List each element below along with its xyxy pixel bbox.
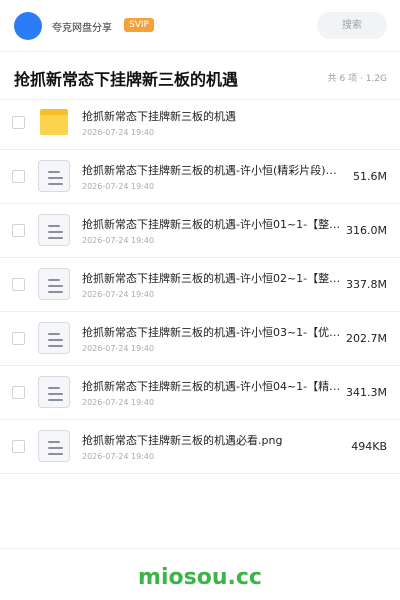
footer: miosou.cc (0, 548, 400, 600)
list-item[interactable]: 抢抓新常态下挂牌新三板的机遇-许小恒(精彩片段)~… 2026-07-24 19… (0, 150, 400, 204)
watermark: miosou.cc (138, 565, 262, 590)
file-date: 2026-07-24 19:40 (82, 452, 155, 461)
app-name: 夸克网盘分享 (52, 23, 112, 34)
document-icon (38, 160, 70, 192)
document-icon (38, 268, 70, 300)
item-checkbox[interactable] (12, 386, 25, 399)
svip-badge: SVIP (124, 18, 154, 32)
document-icon (38, 430, 70, 462)
item-checkbox[interactable] (12, 278, 25, 291)
list-item[interactable]: 抢抓新常态下挂牌新三板的机遇必看.png 2026-07-24 19:40 49… (0, 420, 400, 474)
list-item[interactable]: 抢抓新常态下挂牌新三板的机遇-许小恒03~1-【优… 2026-07-24 19… (0, 312, 400, 366)
item-count: 共 6 项 (327, 74, 358, 84)
file-name: 抢抓新常态下挂牌新三板的机遇必看.png (82, 434, 283, 447)
item-checkbox[interactable] (12, 332, 25, 345)
file-size: 51.6M (353, 170, 387, 183)
item-checkbox[interactable] (12, 440, 25, 453)
avatar[interactable] (14, 12, 42, 40)
file-size: 316.0M (346, 224, 387, 237)
file-name: 抢抓新常态下挂牌新三板的机遇-许小恒03~1-【优… (82, 326, 341, 339)
folder-icon (38, 106, 70, 138)
file-name: 抢抓新常态下挂牌新三板的机遇 (82, 110, 236, 123)
file-name: 抢抓新常态下挂牌新三板的机遇-许小恒01~1-【整… (82, 218, 341, 231)
file-size: 337.8M (346, 278, 387, 291)
total-size: 1.2G (357, 74, 387, 84)
item-checkbox[interactable] (12, 170, 25, 183)
list-item[interactable]: 抢抓新常态下挂牌新三板的机遇-许小恒04~1-【精… 2026-07-24 19… (0, 366, 400, 420)
item-checkbox[interactable] (12, 224, 25, 237)
title-row: 抢抓新常态下挂牌新三板的机遇 共 6 项1.2G (0, 52, 400, 100)
list-item[interactable]: 抢抓新常态下挂牌新三板的机遇-许小恒02~1-【整… 2026-07-24 19… (0, 258, 400, 312)
search-button[interactable]: 搜索 (317, 12, 387, 39)
document-icon (38, 214, 70, 246)
header: 夸克网盘分享 SVIP 搜索 (0, 0, 400, 52)
file-date: 2026-07-24 19:40 (82, 344, 155, 353)
file-size: 202.7M (346, 332, 387, 345)
page-title: 抢抓新常态下挂牌新三板的机遇 (14, 70, 239, 89)
file-list: 抢抓新常态下挂牌新三板的机遇 2026-07-24 19:40 抢抓新常态下挂牌… (0, 96, 400, 474)
file-date: 2026-07-24 19:40 (82, 182, 155, 191)
document-icon (38, 322, 70, 354)
file-name: 抢抓新常态下挂牌新三板的机遇-许小恒04~1-【精… (82, 380, 341, 393)
document-icon (38, 376, 70, 408)
file-date: 2026-07-24 19:40 (82, 236, 155, 245)
file-date: 2026-07-24 19:40 (82, 290, 155, 299)
list-item[interactable]: 抢抓新常态下挂牌新三板的机遇 2026-07-24 19:40 (0, 96, 400, 150)
file-size: 494KB (351, 440, 387, 453)
list-item[interactable]: 抢抓新常态下挂牌新三板的机遇-许小恒01~1-【整… 2026-07-24 19… (0, 204, 400, 258)
file-size: 341.3M (346, 386, 387, 399)
file-date: 2026-07-24 19:40 (82, 128, 155, 137)
file-date: 2026-07-24 19:40 (82, 398, 155, 407)
share-summary: 共 6 项1.2G (328, 71, 387, 84)
share-page: 夸克网盘分享 SVIP 搜索 抢抓新常态下挂牌新三板的机遇 共 6 项1.2G … (0, 0, 400, 600)
item-checkbox[interactable] (12, 116, 25, 129)
file-name: 抢抓新常态下挂牌新三板的机遇-许小恒02~1-【整… (82, 272, 341, 285)
file-name: 抢抓新常态下挂牌新三板的机遇-许小恒(精彩片段)~… (82, 164, 342, 177)
